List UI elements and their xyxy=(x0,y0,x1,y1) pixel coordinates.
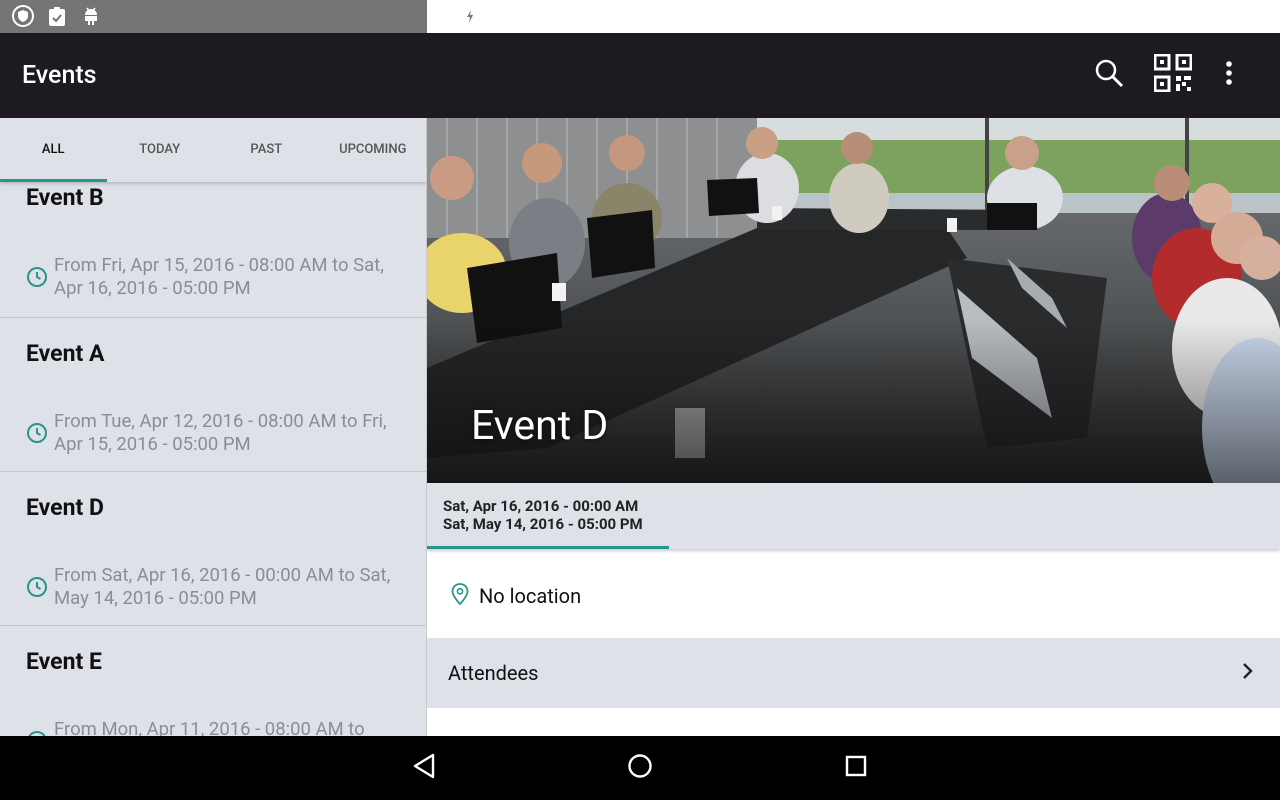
event-title: Event D xyxy=(471,402,609,450)
event-location-row: No location xyxy=(427,554,1280,638)
overflow-menu-button[interactable] xyxy=(1207,53,1251,97)
back-triangle-icon xyxy=(411,752,437,784)
filter-tabs: ALL TODAY PAST UPCOMING xyxy=(0,118,426,182)
event-time: From Tue, Apr 12, 2016 - 08:00 AM to Fri… xyxy=(54,410,387,455)
active-tab-indicator xyxy=(427,546,669,549)
event-detail-pane: Event D Sat, Apr 16, 2016 - 00:00 AM Sat… xyxy=(427,118,1280,736)
search-button[interactable] xyxy=(1087,53,1131,97)
system-navigation-bar xyxy=(0,736,1280,800)
event-list-pane: Event B From Fri, Apr 15, 2016 - 08:00 A… xyxy=(0,118,427,736)
event-list-item[interactable]: Event E From Mon, Apr 11, 2016 - 08:00 A… xyxy=(0,626,426,736)
event-end-date: Sat, May 14, 2016 - 05:00 PM xyxy=(443,515,643,533)
event-start-date: Sat, Apr 16, 2016 - 00:00 AM xyxy=(443,497,639,515)
search-icon xyxy=(1093,57,1125,93)
nav-back-button[interactable] xyxy=(404,748,444,788)
attendees-label: Attendees xyxy=(448,661,539,685)
event-name: Event E xyxy=(26,648,102,675)
qr-code-icon xyxy=(1153,53,1193,96)
nav-recents-button[interactable] xyxy=(836,748,876,788)
event-name: Event D xyxy=(26,494,104,521)
tab-upcoming[interactable]: UPCOMING xyxy=(320,118,427,182)
event-time: From Sat, Apr 16, 2016 - 00:00 AM to Sat… xyxy=(54,564,391,609)
status-bar: 12:06 xyxy=(0,0,1280,33)
event-list-item[interactable]: Event A From Tue, Apr 12, 2016 - 08:00 A… xyxy=(0,318,426,472)
event-name: Event A xyxy=(26,340,105,367)
tab-today[interactable]: TODAY xyxy=(107,118,214,182)
clock-icon xyxy=(26,410,48,456)
clock-icon xyxy=(26,718,48,736)
event-date-tab[interactable]: Sat, Apr 16, 2016 - 00:00 AM Sat, May 14… xyxy=(427,483,1280,549)
location-pin-icon xyxy=(451,583,469,609)
attendees-row[interactable]: Attendees xyxy=(427,638,1280,708)
event-time: From Mon, Apr 11, 2016 - 08:00 AM to xyxy=(54,718,365,736)
event-location: No location xyxy=(479,584,582,608)
home-circle-icon xyxy=(626,752,654,784)
clock-icon xyxy=(26,254,48,300)
android-icon xyxy=(80,5,102,31)
shield-icon xyxy=(12,5,34,31)
clipboard-check-icon xyxy=(46,5,68,31)
battery-icon xyxy=(463,3,477,30)
tab-all[interactable]: ALL xyxy=(0,118,107,182)
event-list-item[interactable]: Event D From Sat, Apr 16, 2016 - 00:00 A… xyxy=(0,472,426,626)
event-time: From Fri, Apr 15, 2016 - 08:00 AM to Sat… xyxy=(54,254,384,299)
event-name: Event B xyxy=(26,184,104,211)
recents-square-icon xyxy=(844,754,868,782)
wifi-icon xyxy=(427,4,453,30)
tab-past[interactable]: PAST xyxy=(213,118,320,182)
event-cover-image: Event D xyxy=(427,118,1280,483)
nav-home-button[interactable] xyxy=(620,748,660,788)
app-title: Events xyxy=(22,61,97,90)
qr-scan-button[interactable] xyxy=(1151,53,1195,97)
clock-icon xyxy=(26,564,48,610)
app-bar: Events xyxy=(0,33,1280,118)
chevron-right-icon xyxy=(1242,661,1254,685)
status-clock: 12:06 xyxy=(487,5,535,28)
more-vert-icon xyxy=(1225,60,1233,90)
event-list-item[interactable]: Event B From Fri, Apr 15, 2016 - 08:00 A… xyxy=(0,164,426,318)
